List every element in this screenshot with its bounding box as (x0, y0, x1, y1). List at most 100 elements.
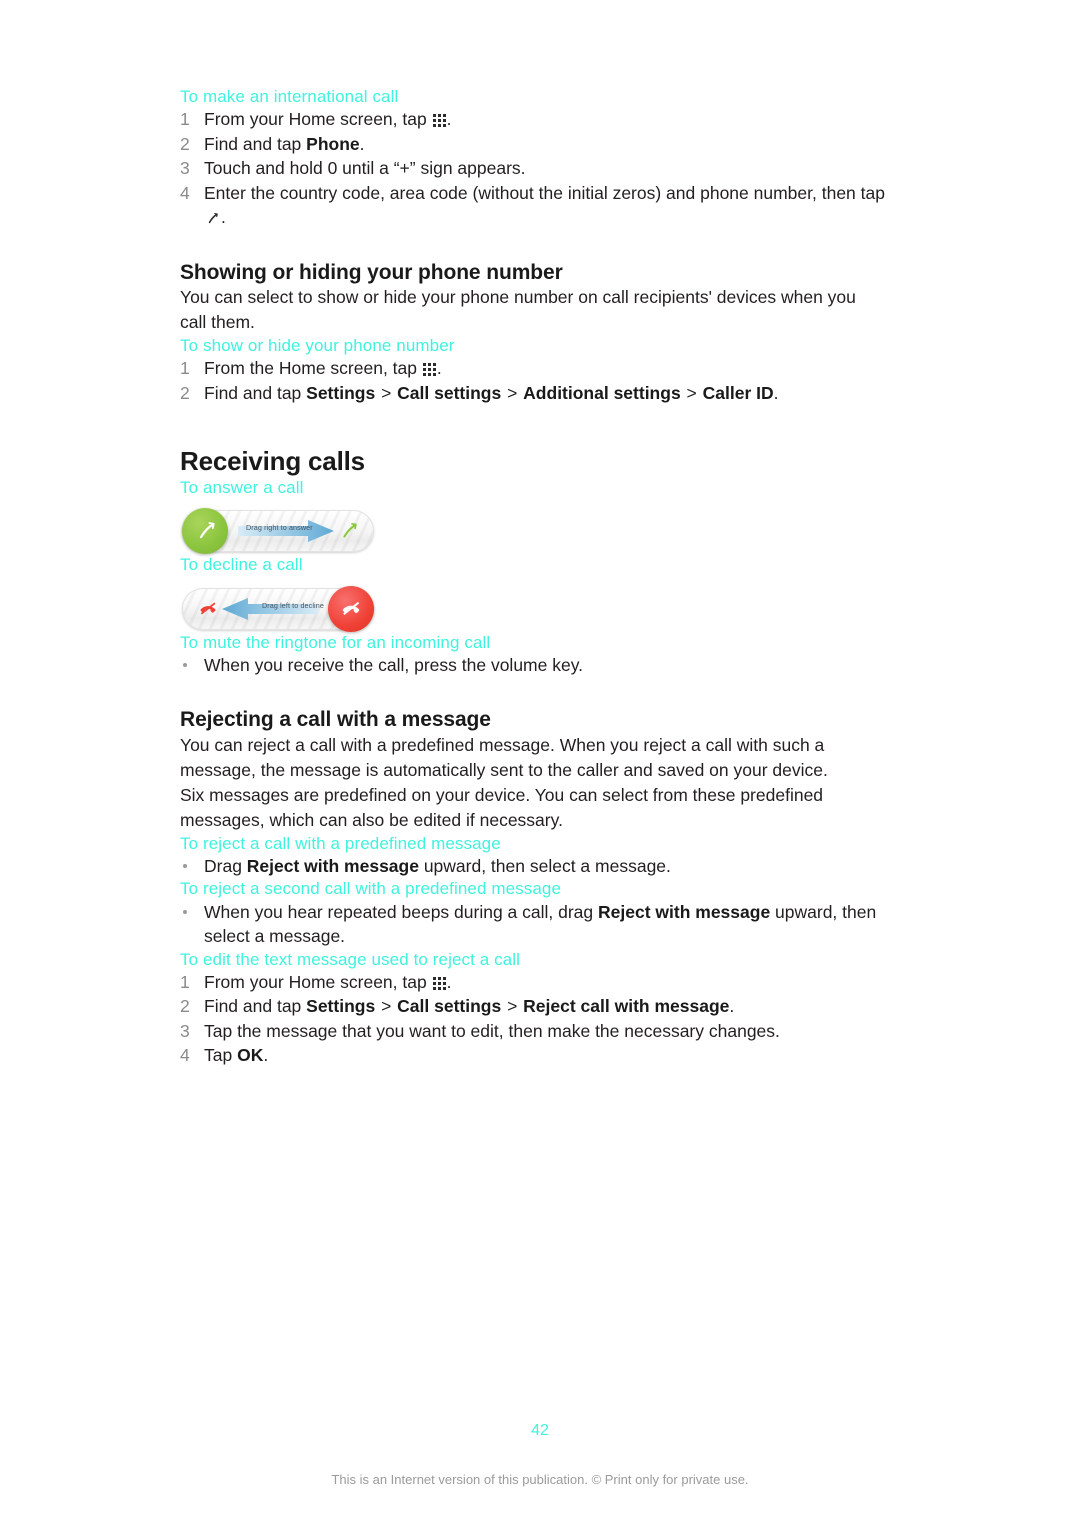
step-text-pre: From your Home screen, tap (204, 109, 432, 130)
decline-call-slider-illustration: Drag left to decline (182, 585, 374, 632)
heading-showing-hiding: Showing or hiding your phone number (180, 260, 563, 284)
path-separator: > (502, 996, 523, 1017)
phone-handset-icon (199, 522, 215, 539)
section-international-call: To make an international call 1 From you… (180, 86, 900, 230)
bullets-mute-ringtone: When you receive the call, press the vol… (180, 653, 900, 678)
task-title-answer-call: To answer a call (180, 478, 304, 498)
setting-path-2: Call settings (397, 382, 502, 403)
phone-decline-icon (342, 601, 360, 615)
step-number: 2 (180, 382, 190, 403)
list-item: Drag Reject with message upward, then se… (180, 854, 900, 879)
page-number: 42 (531, 1422, 549, 1439)
setting-path-3: Additional settings (523, 382, 681, 403)
step-text-pre: From the Home screen, tap (204, 358, 422, 379)
document-page: To make an international call 1 From you… (0, 0, 1080, 1527)
setting-path-4: Caller ID (702, 382, 774, 403)
steps-edit-reject-message: 1 From your Home screen, tap . 2 Find an… (180, 970, 900, 1068)
step-item: 1 From your Home screen, tap . (180, 107, 900, 132)
step-text-post: . (446, 109, 452, 130)
step-text: Touch and hold 0 until a “+” sign appear… (204, 158, 526, 179)
phone-handset-icon (205, 207, 220, 224)
bullet-dot-icon (183, 909, 187, 914)
steps-show-hide-number: 1 From the Home screen, tap . 2 Find and… (180, 356, 900, 405)
step-text: Tap the message that you want to edit, t… (204, 1020, 780, 1041)
bullet-text: When you receive the call, press the vol… (204, 654, 584, 675)
step-text-post: . (359, 133, 365, 154)
step-item: 2 Find and tap Settings > Call settings … (180, 381, 900, 406)
setting-path-1: Settings (306, 382, 376, 403)
step-number: 1 (180, 109, 190, 130)
step-text-post: . (263, 1045, 269, 1066)
step-text-bold: OK (237, 1045, 264, 1066)
step-text-post: . (729, 996, 735, 1017)
task-title-decline-call: To decline a call (180, 555, 303, 575)
bullet-text-pre: Drag (204, 855, 247, 876)
step-text-pre: From your Home screen, tap (204, 971, 432, 992)
step-item: 3 Tap the message that you want to edit,… (180, 1019, 900, 1044)
steps-international-call: 1 From your Home screen, tap . 2 Find an… (180, 107, 900, 230)
step-text-pre: Find and tap (204, 133, 307, 154)
step-text-post: . (436, 358, 442, 379)
step-number: 4 (180, 182, 190, 203)
step-text-post: . (446, 971, 452, 992)
paragraph-rejecting-2: Six messages are predefined on your devi… (180, 784, 824, 830)
step-item: 4 Tap OK. (180, 1043, 900, 1068)
section-receiving-calls: Receiving calls To answer a call Drag ri… (180, 446, 900, 678)
decline-call-knob[interactable] (328, 585, 374, 632)
bullets-reject-predefined: Drag Reject with message upward, then se… (180, 854, 900, 879)
page-content: To make an international call 1 From you… (180, 86, 900, 1068)
step-text-pre: Enter the country code, area code (witho… (204, 182, 885, 203)
list-item: When you receive the call, press the vol… (180, 653, 900, 678)
list-item: When you hear repeated beeps during a ca… (180, 900, 900, 949)
setting-path-3: Reject call with message (523, 996, 730, 1017)
step-number: 2 (180, 133, 190, 154)
bullet-dot-icon (183, 662, 187, 667)
decline-call-target-icon (196, 597, 220, 621)
bullet-text-bold: Reject with message (598, 901, 771, 922)
setting-path-2: Call settings (397, 996, 502, 1017)
heading-receiving-calls: Receiving calls (180, 446, 365, 477)
task-title-reject-predefined: To reject a call with a predefined messa… (180, 833, 501, 853)
step-number: 3 (180, 1020, 190, 1041)
task-title-show-hide-number: To show or hide your phone number (180, 335, 455, 355)
path-separator: > (681, 382, 702, 403)
path-separator: > (376, 996, 397, 1017)
step-item: 1 From your Home screen, tap . (180, 970, 900, 995)
step-item: 2 Find and tap Phone. (180, 132, 900, 157)
task-title-mute-ringtone: To mute the ringtone for an incoming cal… (180, 632, 491, 652)
section-showing-hiding: Showing or hiding your phone number You … (180, 260, 900, 405)
step-text-pre: Find and tap (204, 996, 307, 1017)
decline-slider-label: Drag left to decline (262, 600, 324, 610)
step-number: 1 (180, 971, 190, 992)
step-item: 1 From the Home screen, tap . (180, 356, 900, 381)
step-number: 2 (180, 996, 190, 1017)
answer-call-target-icon (336, 519, 360, 543)
bullet-text-pre: When you hear repeated beeps during a ca… (204, 901, 599, 922)
app-drawer-icon (432, 114, 446, 128)
step-number: 4 (180, 1045, 190, 1066)
step-text-post: . (773, 382, 779, 403)
step-item: 3 Touch and hold 0 until a “+” sign appe… (180, 156, 900, 181)
bullet-dot-icon (183, 863, 187, 868)
bullet-text-bold: Reject with message (246, 855, 419, 876)
answer-call-knob[interactable] (182, 508, 228, 555)
task-title-international-call: To make an international call (180, 87, 399, 106)
setting-path-1: Settings (306, 996, 376, 1017)
bullet-text-post: upward, then select a message. (418, 855, 671, 876)
step-text-bold: Phone (306, 133, 360, 154)
step-item: 4 Enter the country code, area code (wit… (180, 181, 900, 230)
path-separator: > (502, 382, 523, 403)
step-text-pre: Tap (204, 1045, 238, 1066)
answer-call-slider-illustration: Drag right to answer (182, 508, 374, 555)
app-drawer-icon (432, 976, 446, 990)
step-text-pre: Find and tap (204, 382, 307, 403)
section-rejecting-call: Rejecting a call with a message You can … (180, 707, 900, 1067)
bullets-reject-second: When you hear repeated beeps during a ca… (180, 900, 900, 949)
step-number: 3 (180, 158, 190, 179)
app-drawer-icon (422, 363, 436, 377)
step-text-post: . (221, 207, 226, 228)
step-item: 2 Find and tap Settings > Call settings … (180, 994, 900, 1019)
step-number: 1 (180, 358, 190, 379)
answer-slider-label: Drag right to answer (246, 523, 313, 533)
paragraph-showing-hiding: You can select to show or hide your phon… (180, 286, 856, 332)
